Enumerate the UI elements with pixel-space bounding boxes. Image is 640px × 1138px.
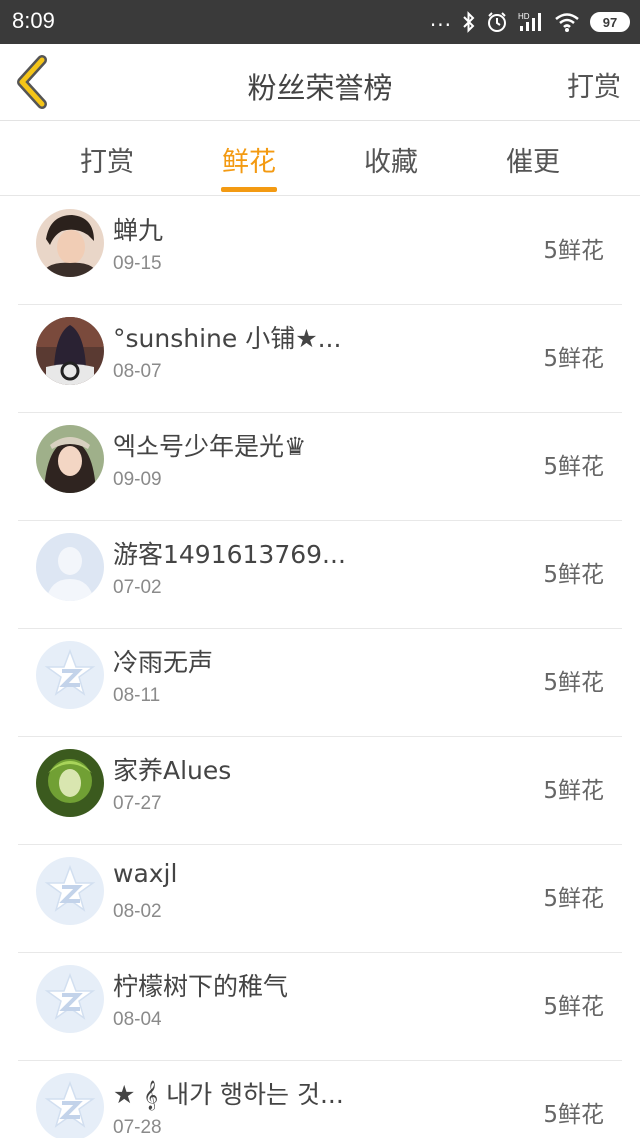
alarm-icon xyxy=(488,12,506,32)
fan-date: 07-28 xyxy=(113,1117,162,1138)
nav-bar: 粉丝荣誉榜 打赏 xyxy=(0,44,640,121)
fan-date: 09-09 xyxy=(113,469,162,490)
fan-name: 冷雨无声 xyxy=(113,648,214,677)
status-icons: ... HD 97 xyxy=(430,9,630,35)
list-item[interactable]: 家养Alues 07-27 5鲜花 xyxy=(18,737,622,845)
fans-list: 蝉九 09-15 5鲜花 °sunshine 小铺★... 08-07 5鲜花 xyxy=(0,197,640,1138)
fan-amount: 5鲜花 xyxy=(543,1102,604,1128)
fan-amount: 5鲜花 xyxy=(543,778,604,804)
fan-date: 09-15 xyxy=(113,253,162,274)
battery-icon: 97 xyxy=(590,12,630,32)
wifi-icon xyxy=(555,13,579,32)
list-item[interactable]: ★ 𝄞 내가 행하는 것... 07-28 5鲜花 xyxy=(18,1061,622,1138)
tab-favorites[interactable]: 收藏 xyxy=(331,140,451,179)
tab-urge-update[interactable]: 催更 xyxy=(473,140,593,179)
fan-date: 07-02 xyxy=(113,577,162,598)
fan-date: 08-02 xyxy=(113,901,162,922)
fan-date: 08-11 xyxy=(113,685,161,706)
status-bar: 8:09 ... HD 97 xyxy=(0,0,640,44)
fan-name: °sunshine 小铺★... xyxy=(113,324,342,353)
fan-amount: 5鲜花 xyxy=(543,454,604,480)
list-item[interactable]: 엑소号少年是光♛ 09-09 5鲜花 xyxy=(18,413,622,521)
bluetooth-icon xyxy=(463,11,475,33)
tab-flowers[interactable]: 鲜花 xyxy=(189,140,309,192)
fan-name: ★ 𝄞 내가 행하는 것... xyxy=(113,1080,344,1109)
list-item[interactable]: 游客1491613769... 07-02 5鲜花 xyxy=(18,521,622,629)
fan-name: 游客1491613769... xyxy=(113,540,346,569)
list-item[interactable]: waxjl 08-02 5鲜花 xyxy=(18,845,622,953)
avatar xyxy=(36,425,104,493)
fan-amount: 5鲜花 xyxy=(543,238,604,264)
reward-button[interactable]: 打赏 xyxy=(567,65,621,104)
avatar xyxy=(36,533,104,601)
fan-name: 엑소号少年是光♛ xyxy=(113,432,307,461)
page-title: 粉丝荣誉榜 xyxy=(247,71,393,105)
fan-amount: 5鲜花 xyxy=(543,346,604,372)
fan-name: 家养Alues xyxy=(113,756,232,785)
avatar xyxy=(36,641,104,709)
fan-amount: 5鲜花 xyxy=(543,886,604,912)
tab-bar: 打赏 鲜花 收藏 催更 xyxy=(0,122,640,196)
avatar xyxy=(36,857,104,925)
more-dots-icon: ... xyxy=(429,7,452,31)
list-item[interactable]: 柠檬树下的稚气 08-04 5鲜花 xyxy=(18,953,622,1061)
fan-amount: 5鲜花 xyxy=(543,562,604,588)
avatar xyxy=(36,965,104,1033)
list-item[interactable]: 蝉九 09-15 5鲜花 xyxy=(18,197,622,305)
avatar xyxy=(36,317,104,385)
list-item[interactable]: °sunshine 小铺★... 08-07 5鲜花 xyxy=(18,305,622,413)
status-time: 8:09 xyxy=(12,8,55,33)
avatar xyxy=(36,1073,104,1138)
fan-name: 蝉九 xyxy=(113,216,164,245)
fan-amount: 5鲜花 xyxy=(543,670,604,696)
list-item[interactable]: 冷雨无声 08-11 5鲜花 xyxy=(18,629,622,737)
fan-name: 柠檬树下的稚气 xyxy=(113,972,289,1001)
fan-name: waxjl xyxy=(113,859,178,888)
signal-icon: HD xyxy=(518,12,541,31)
avatar xyxy=(36,209,104,277)
fan-date: 08-07 xyxy=(113,361,162,382)
avatar xyxy=(36,749,104,817)
fan-amount: 5鲜花 xyxy=(543,994,604,1020)
fan-date: 08-04 xyxy=(113,1009,162,1030)
fan-date: 07-27 xyxy=(113,793,162,814)
svg-text:HD: HD xyxy=(518,12,530,21)
tab-reward[interactable]: 打赏 xyxy=(47,140,167,179)
